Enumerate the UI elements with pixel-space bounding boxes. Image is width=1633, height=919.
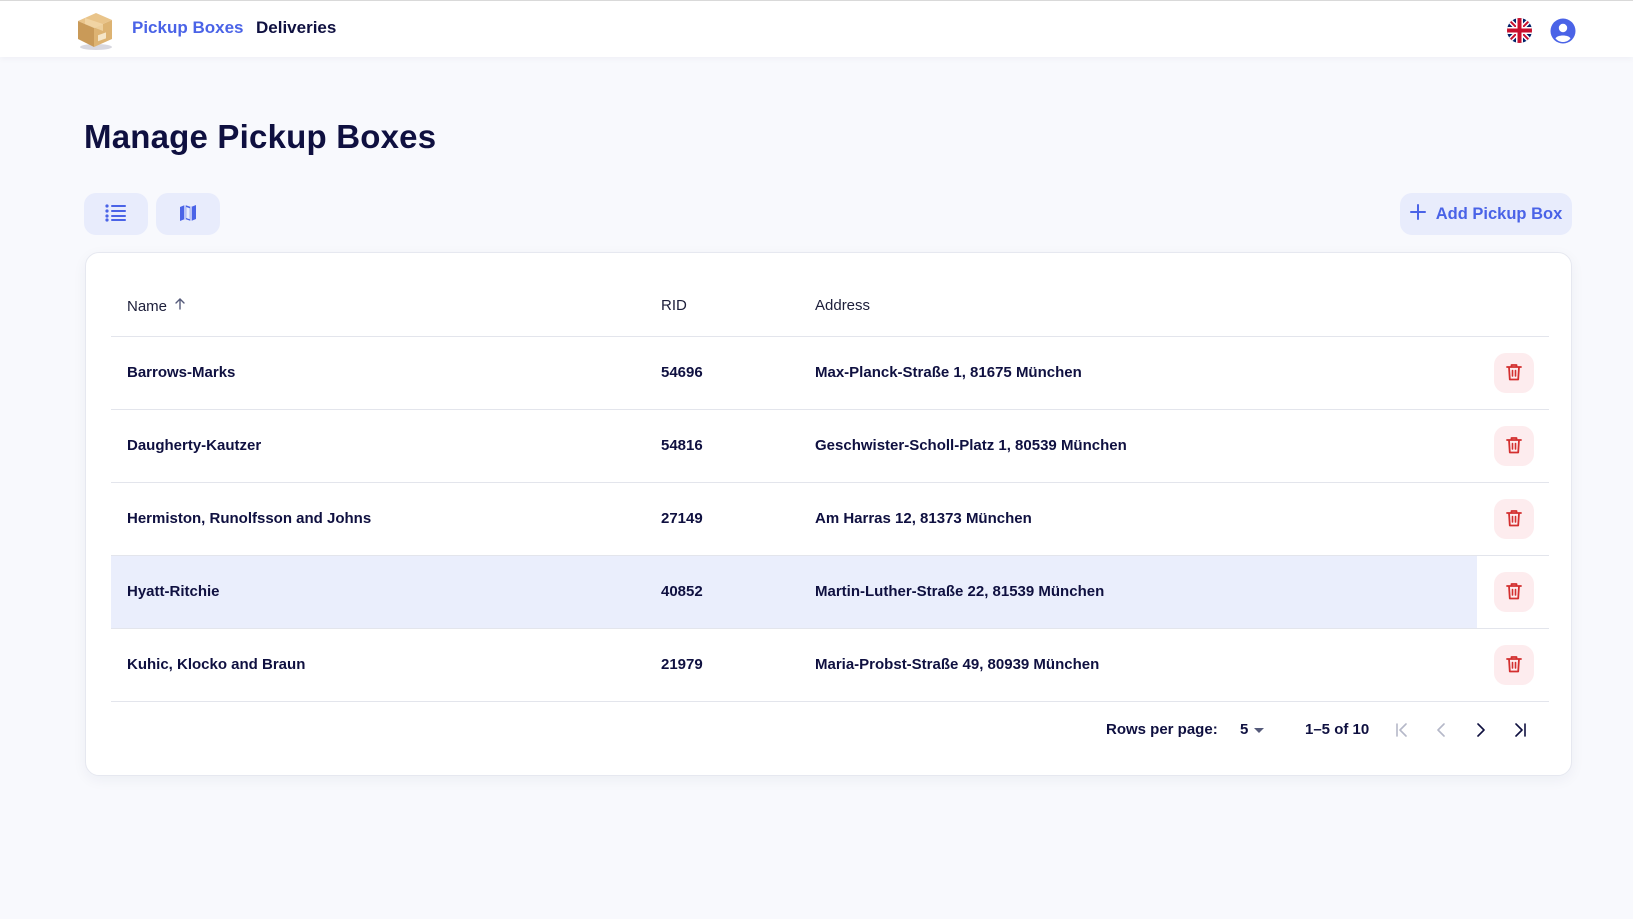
uk-flag-icon[interactable] — [1507, 18, 1532, 43]
cell-address: Am Harras 12, 81373 München — [815, 510, 1032, 527]
chevron-right-icon — [1476, 722, 1486, 740]
column-header-name[interactable]: Name — [127, 297, 187, 315]
delete-button[interactable] — [1494, 353, 1534, 393]
sort-ascending-icon — [173, 297, 187, 315]
pagination-range: 1–5 of 10 — [1305, 721, 1370, 738]
table-row[interactable]: Barrows-Marks 54696 Max-Planck-Straße 1, 8… — [111, 337, 1549, 410]
cell-address: Maria-Probst-Straße 49, 80939 München — [815, 656, 1100, 673]
top-navbar: Pickup Boxes Deliveries — [0, 0, 1633, 57]
package-box-icon[interactable] — [74, 9, 116, 51]
row-hover-highlight — [111, 556, 1477, 628]
pickup-boxes-table-card: Name RID Address Barrows-Marks 54696 Max-P… — [85, 252, 1572, 776]
last-page-button[interactable] — [1506, 717, 1534, 745]
cell-rid: 40852 — [661, 583, 703, 600]
cell-address: Martin-Luther-Straße 22, 81539 München — [815, 583, 1105, 600]
trash-icon — [1506, 363, 1522, 384]
rows-per-page-label: Rows per page: — [1106, 721, 1218, 738]
next-page-button[interactable] — [1467, 717, 1495, 745]
cell-rid: 54816 — [661, 437, 703, 454]
cell-address: Geschwister-Scholl-Platz 1, 80539 Münche… — [815, 437, 1127, 454]
cell-rid: 27149 — [661, 510, 703, 527]
column-header-rid[interactable]: RID — [661, 297, 687, 314]
trash-icon — [1506, 582, 1522, 603]
cell-name: Hyatt-Ritchie — [127, 583, 220, 600]
table-row[interactable]: Hyatt-Ritchie 40852 Martin-Luther-Straße 2… — [111, 556, 1549, 629]
page-title: Manage Pickup Boxes — [84, 118, 437, 155]
map-view-button[interactable] — [156, 193, 220, 235]
cell-rid: 54696 — [661, 364, 703, 381]
plus-icon — [1409, 203, 1426, 225]
cell-name: Daugherty-Kautzer — [127, 437, 262, 454]
chevron-left-icon — [1436, 722, 1446, 740]
trash-icon — [1506, 509, 1522, 530]
nav-link-pickup-boxes[interactable]: Pickup Boxes — [132, 17, 244, 39]
delete-button[interactable] — [1494, 572, 1534, 612]
trash-icon — [1506, 655, 1522, 676]
table-row[interactable]: Kuhic, Klocko and Braun 21979 Maria-Probst… — [111, 629, 1549, 702]
rows-per-page-select[interactable]: 5 — [1240, 721, 1265, 738]
account-circle-icon[interactable] — [1550, 18, 1576, 44]
cell-rid: 21979 — [661, 656, 703, 673]
delete-button[interactable] — [1494, 645, 1534, 685]
cell-name: Hermiston, Runolfsson and Johns — [127, 510, 372, 527]
delete-button[interactable] — [1494, 426, 1534, 466]
last-page-icon — [1512, 722, 1528, 740]
cell-name: Barrows-Marks — [127, 364, 236, 381]
add-pickup-box-button[interactable]: Add Pickup Box — [1400, 193, 1572, 235]
table-header: Name RID Address — [111, 287, 1549, 337]
chevron-down-icon — [1254, 721, 1265, 738]
cell-address: Max-Planck-Straße 1, 81675 München — [815, 364, 1082, 381]
column-header-address[interactable]: Address — [815, 297, 870, 314]
table-row[interactable]: Hermiston, Runolfsson and Johns 27149 Am H… — [111, 483, 1549, 556]
first-page-icon — [1394, 722, 1410, 740]
trash-icon — [1506, 436, 1522, 457]
cell-name: Kuhic, Klocko and Braun — [127, 656, 306, 673]
table-row[interactable]: Daugherty-Kautzer 54816 Geschwister-Scholl… — [111, 410, 1549, 483]
pagination: Rows per page: 5 1–5 of 10 — [86, 711, 1573, 751]
previous-page-button[interactable] — [1427, 717, 1455, 745]
delete-button[interactable] — [1494, 499, 1534, 539]
first-page-button[interactable] — [1388, 717, 1416, 745]
map-icon — [178, 203, 198, 226]
nav-link-deliveries[interactable]: Deliveries — [256, 17, 336, 39]
add-pickup-box-label: Add Pickup Box — [1435, 204, 1563, 223]
list-icon — [105, 203, 127, 225]
list-view-button[interactable] — [84, 193, 148, 235]
